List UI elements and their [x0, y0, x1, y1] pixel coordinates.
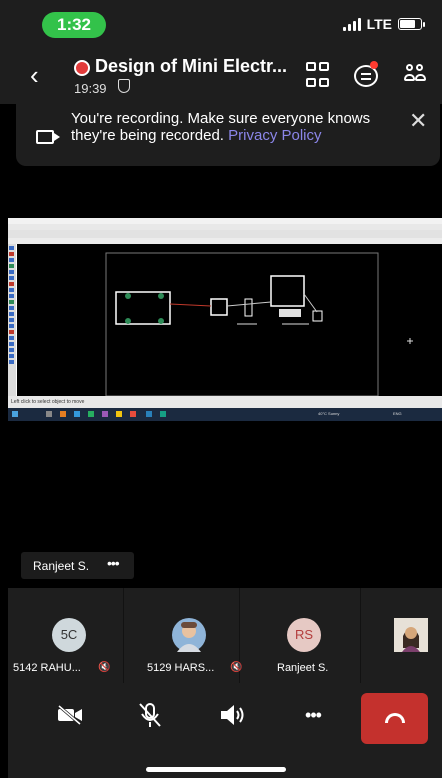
- privacy-policy-link[interactable]: Privacy Policy: [228, 127, 321, 144]
- hang-up-button[interactable]: [361, 693, 428, 744]
- network-label: LTE: [366, 16, 392, 32]
- taskbar-app-icon: [102, 411, 108, 417]
- grid-view-button[interactable]: [306, 62, 334, 90]
- shield-icon: [118, 79, 130, 93]
- taskbar-app-icon: [116, 411, 122, 417]
- participants-strip: 5C 5142 RAHU... 🔇 5129 HARS... 🔇 RS Ranj…: [8, 588, 442, 683]
- battery-icon: [398, 18, 425, 30]
- avatar: [172, 618, 206, 652]
- participant-tile[interactable]: [361, 588, 442, 683]
- participant-tile[interactable]: 5C 5142 RAHU... 🔇: [8, 588, 124, 683]
- mic-toggle-button[interactable]: [128, 693, 172, 737]
- taskbar-weather: 40°C Sunny: [318, 411, 340, 416]
- participants-button[interactable]: [404, 62, 432, 90]
- signal-icon: [342, 17, 361, 31]
- close-banner-button[interactable]: ✕: [409, 108, 427, 134]
- more-options-button[interactable]: •••: [291, 693, 335, 737]
- recording-banner-text: You're recording. Make sure everyone kno…: [71, 110, 391, 144]
- person-photo-icon: [177, 622, 201, 652]
- participant-tile[interactable]: 5129 HARS... 🔇: [124, 588, 242, 683]
- avatar: 5C: [52, 618, 86, 652]
- call-controls: •••: [8, 683, 442, 778]
- avatar: [394, 618, 428, 652]
- taskbar-app-icon: [46, 411, 52, 417]
- taskbar-app-icon: [74, 411, 80, 417]
- taskbar-app-icon: [130, 411, 136, 417]
- video-camera-icon: [36, 130, 60, 144]
- chat-unread-badge: [370, 61, 378, 69]
- app-toolbar: [8, 230, 442, 238]
- windows-taskbar: 40°C Sunny ENG: [8, 408, 442, 421]
- status-indicators: LTE: [342, 16, 425, 32]
- camera-toggle-button[interactable]: [48, 693, 92, 737]
- status-time: 1:32: [42, 12, 106, 38]
- participant-name: 5142 RAHU...: [13, 662, 81, 674]
- mic-off-icon: 🔇: [98, 662, 111, 673]
- home-indicator[interactable]: [146, 767, 286, 772]
- participant-tile[interactable]: RS Ranjeet S.: [240, 588, 361, 683]
- recording-notice: You're recording. Make sure everyone kno…: [71, 110, 371, 144]
- recording-banner: You're recording. Make sure everyone kno…: [16, 104, 440, 166]
- taskbar-app-icon: [160, 411, 166, 417]
- start-icon: [12, 411, 18, 417]
- active-speaker-name: Ranjeet S.: [33, 559, 90, 573]
- status-bar: 1:32 LTE: [0, 0, 442, 48]
- taskbar-app-icon: [146, 411, 152, 417]
- back-button[interactable]: ‹: [30, 60, 39, 91]
- more-icon[interactable]: •••: [107, 555, 120, 571]
- app-status-bar: Left click to select object to move: [8, 396, 442, 408]
- meeting-title[interactable]: Design of Mini Electr...: [95, 56, 287, 77]
- recording-icon: [74, 60, 90, 76]
- taskbar-app-icon: [88, 411, 94, 417]
- taskbar-language: ENG: [393, 411, 402, 416]
- participant-name: Ranjeet S.: [277, 662, 329, 674]
- speaker-icon: [221, 705, 244, 725]
- person-photo-icon: [394, 618, 428, 652]
- participant-name: 5129 HARS...: [147, 662, 215, 674]
- meeting-header: ‹ Design of Mini Electr... 19:39: [0, 48, 442, 104]
- meeting-elapsed-time: 19:39: [74, 81, 107, 96]
- taskbar-app-icon: [60, 411, 66, 417]
- app-tool-strip: [8, 244, 16, 396]
- app-status-text: Left click to select object to move: [11, 399, 85, 405]
- active-speaker-chip[interactable]: Ranjeet S. •••: [21, 552, 134, 579]
- pcb-drawing: [105, 252, 413, 397]
- shared-screen: Left click to select object to move 40°C…: [8, 218, 442, 421]
- mic-off-icon: [139, 703, 161, 727]
- avatar: RS: [287, 618, 321, 652]
- hang-up-icon: [385, 713, 405, 723]
- video-off-icon: [58, 704, 82, 726]
- speaker-button[interactable]: [210, 693, 254, 737]
- pcb-canvas: [17, 244, 442, 397]
